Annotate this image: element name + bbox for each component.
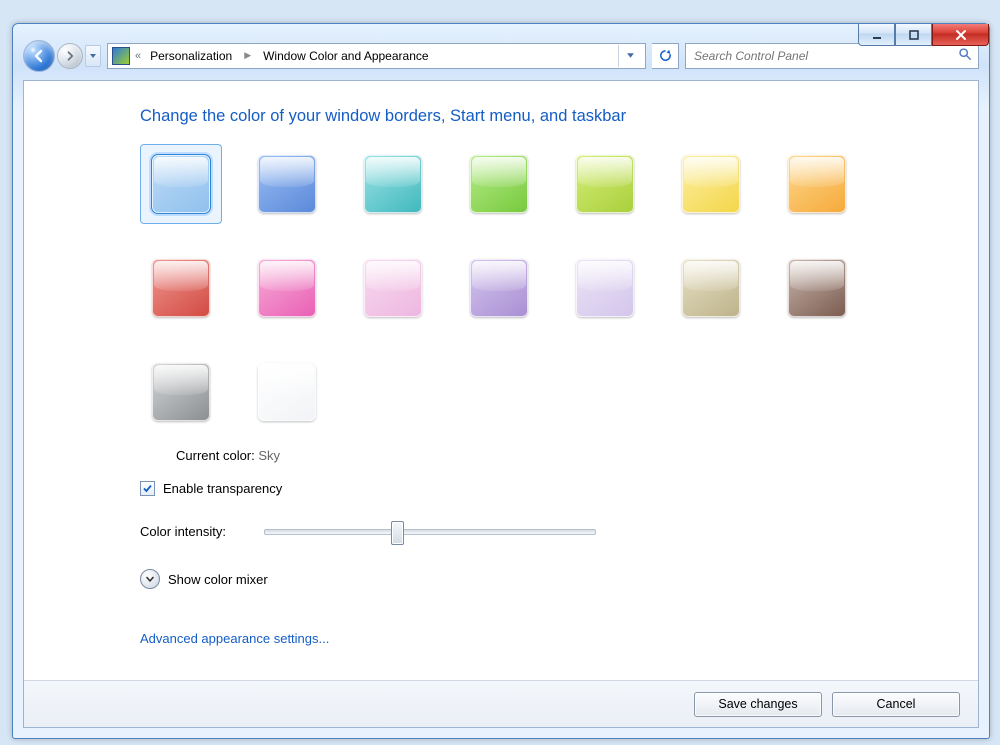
command-bar: Save changes Cancel	[24, 680, 978, 727]
current-color-value: Sky	[258, 448, 280, 463]
color-swatch-pumpkin[interactable]	[788, 155, 846, 213]
color-mixer-row[interactable]: Show color mixer	[140, 569, 978, 589]
save-button[interactable]: Save changes	[694, 692, 822, 717]
intensity-slider-track[interactable]	[264, 529, 596, 535]
transparency-label[interactable]: Enable transparency	[163, 481, 282, 496]
breadcrumb-level1[interactable]: Personalization	[144, 46, 238, 66]
current-color-label: Current color:	[176, 448, 255, 463]
current-color-line: Current color: Sky	[176, 448, 978, 463]
intensity-slider-thumb[interactable]	[391, 521, 404, 545]
cancel-button[interactable]: Cancel	[832, 692, 960, 717]
forward-button[interactable]	[57, 43, 83, 69]
color-swatch-violet[interactable]	[470, 259, 528, 317]
transparency-row: Enable transparency	[140, 481, 978, 496]
color-swatch-slate[interactable]	[152, 363, 210, 421]
advanced-appearance-link[interactable]: Advanced appearance settings...	[140, 631, 329, 646]
breadcrumb-separator-icon[interactable]: ▶	[241, 50, 254, 61]
color-swatch-lime[interactable]	[576, 155, 634, 213]
breadcrumb-level2[interactable]: Window Color and Appearance	[257, 46, 434, 66]
maximize-button[interactable]	[895, 24, 932, 46]
client-area: Change the color of your window borders,…	[23, 80, 979, 728]
close-button[interactable]	[932, 24, 989, 46]
color-swatch-grid	[140, 144, 900, 432]
window-controls	[858, 24, 989, 46]
color-swatch-blush[interactable]	[364, 259, 422, 317]
color-swatch-frost[interactable]	[258, 363, 316, 421]
chevron-down-icon[interactable]	[140, 569, 160, 589]
color-swatch-sea[interactable]	[364, 155, 422, 213]
recent-pages-dropdown[interactable]	[85, 45, 101, 67]
minimize-button[interactable]	[858, 24, 895, 46]
color-swatch-leaf[interactable]	[470, 155, 528, 213]
color-swatch-sky[interactable]	[152, 155, 210, 213]
control-panel-icon	[112, 47, 130, 65]
color-swatch-taupe[interactable]	[682, 259, 740, 317]
folder-up-icon[interactable]: «	[133, 50, 141, 62]
search-box[interactable]	[685, 43, 979, 69]
color-swatch-chocolate[interactable]	[788, 259, 846, 317]
search-icon	[958, 47, 972, 64]
color-swatch-twilight[interactable]	[258, 155, 316, 213]
refresh-button[interactable]	[652, 43, 679, 69]
color-swatch-fuchsia[interactable]	[258, 259, 316, 317]
control-panel-window: « Personalization ▶ Window Color and App…	[12, 23, 990, 739]
navigation-bar: « Personalization ▶ Window Color and App…	[23, 39, 979, 72]
address-bar[interactable]: « Personalization ▶ Window Color and App…	[107, 43, 646, 69]
color-swatch-ruby[interactable]	[152, 259, 210, 317]
page-heading: Change the color of your window borders,…	[140, 107, 978, 126]
transparency-checkbox[interactable]	[140, 481, 155, 496]
intensity-row: Color intensity:	[140, 524, 978, 539]
color-mixer-label[interactable]: Show color mixer	[168, 572, 268, 587]
address-dropdown-button[interactable]	[619, 45, 641, 67]
color-swatch-sun[interactable]	[682, 155, 740, 213]
search-input[interactable]	[692, 48, 952, 64]
back-button[interactable]	[23, 40, 55, 72]
color-swatch-lavender[interactable]	[576, 259, 634, 317]
intensity-label: Color intensity:	[140, 524, 226, 539]
